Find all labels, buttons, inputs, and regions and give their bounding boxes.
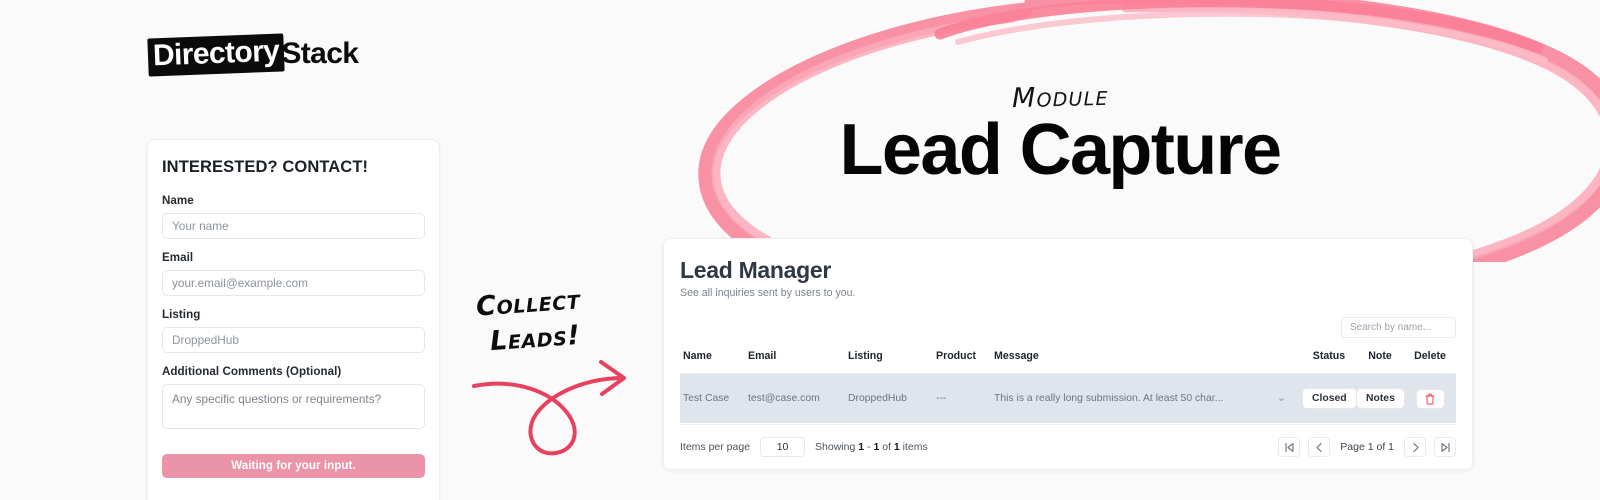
column-header-email: Email (748, 350, 848, 374)
lead-manager-subtitle: See all inquiries sent by users to you. (680, 287, 856, 299)
annotation-line-2: Leads! (489, 319, 582, 358)
email-input[interactable] (162, 270, 425, 296)
prev-page-button[interactable] (1308, 437, 1331, 457)
lead-manager-title: Lead Manager (680, 257, 832, 283)
cell-product: --- (936, 393, 947, 404)
showing-text: Showing 1 - 1 of 1 items (815, 441, 928, 453)
column-header-delete: Delete (1404, 350, 1456, 374)
message-text: This is a really long submission. At lea… (994, 393, 1224, 404)
cell-status: Closed (1302, 374, 1357, 424)
delete-button[interactable] (1415, 388, 1445, 409)
prev-page-icon (1316, 442, 1322, 452)
hero-headline: Module Lead Capture (760, 80, 1360, 190)
column-header-listing: Listing (848, 350, 936, 374)
last-page-button[interactable] (1434, 437, 1456, 457)
contact-form-heading: INTERESTED? CONTACT! (162, 158, 369, 176)
hero-eyebrow: Module (1011, 80, 1109, 115)
items-per-page-input[interactable] (760, 437, 806, 457)
table-row[interactable]: Test Case test@case.com DroppedHub --- T… (680, 373, 1456, 424)
comments-label: Additional Comments (Optional) (162, 365, 342, 378)
leads-table-body: Test Case test@case.com DroppedHub --- T… (680, 373, 1456, 424)
pagination-bar: Items per page Showing 1 - 1 of 1 items (680, 424, 1456, 457)
next-page-button[interactable] (1404, 437, 1426, 457)
status-badge[interactable]: Closed (1302, 388, 1357, 409)
column-header-product: Product (936, 350, 994, 374)
cell-email: test@case.com (748, 393, 820, 404)
cell-name: Test Case (683, 393, 730, 404)
email-label: Email (162, 251, 194, 264)
showing-suffix: items (899, 441, 928, 453)
cell-message: This is a really long submission. At lea… (994, 374, 1302, 424)
brand-logo-mark: Directory (147, 33, 286, 77)
listing-field-group: Listing (162, 308, 425, 353)
search-input[interactable] (1341, 317, 1456, 338)
chevron-down-icon[interactable]: ⌄ (1277, 393, 1286, 404)
annotation-line-1: Collect (475, 284, 582, 323)
last-page-icon (1440, 442, 1450, 452)
column-header-status: Status (1302, 350, 1356, 374)
column-header-note: Note (1356, 350, 1404, 374)
name-input[interactable] (162, 213, 425, 239)
listing-label: Listing (162, 308, 201, 321)
cell-note: Notes (1356, 374, 1405, 424)
cell-delete (1404, 374, 1456, 424)
submit-button[interactable]: Waiting for your input. (162, 454, 425, 478)
first-page-button[interactable] (1278, 437, 1301, 457)
next-page-icon (1412, 442, 1419, 452)
column-header-name: Name (680, 350, 748, 374)
brand-logo-rest: Stack (281, 37, 359, 70)
name-field-group: Name (162, 194, 425, 239)
cell-listing: DroppedHub (848, 393, 907, 404)
showing-prefix: Showing (815, 441, 859, 453)
page-indicator: Page 1 of 1 (1340, 441, 1394, 453)
comments-textarea[interactable] (162, 384, 425, 429)
page-root: Directory Stack Module Lead Capture INTER… (0, 0, 1600, 500)
curved-arrow-icon (472, 360, 626, 456)
notes-button[interactable]: Notes (1356, 388, 1405, 409)
comments-field-group: Additional Comments (Optional) (162, 365, 425, 434)
lead-manager-panel: Lead Manager See all inquiries sent by u… (663, 238, 1473, 470)
name-label: Name (162, 194, 194, 207)
items-per-page-label: Items per page (680, 441, 751, 453)
contact-form-card: INTERESTED? CONTACT! Name Email Listing … (147, 139, 440, 500)
first-page-icon (1285, 442, 1294, 452)
pagination-left: Items per page Showing 1 - 1 of 1 items (680, 437, 928, 457)
leads-table: Name Email Listing Product Message Statu… (680, 350, 1456, 423)
email-field-group: Email (162, 251, 425, 296)
showing-mid: of (879, 441, 894, 453)
trash-icon (1425, 393, 1435, 404)
brand-logo[interactable]: Directory Stack (147, 33, 359, 77)
leads-header-row: Name Email Listing Product Message Statu… (680, 350, 1456, 374)
leads-table-head: Name Email Listing Product Message Statu… (680, 350, 1456, 374)
listing-input[interactable] (162, 327, 425, 353)
pagination-right: Page 1 of 1 (1278, 437, 1456, 457)
collect-leads-annotation: Collect Leads! (472, 284, 652, 460)
column-header-message: Message (994, 350, 1302, 374)
hero-title: Lead Capture (839, 110, 1282, 190)
search-row (680, 317, 1456, 338)
